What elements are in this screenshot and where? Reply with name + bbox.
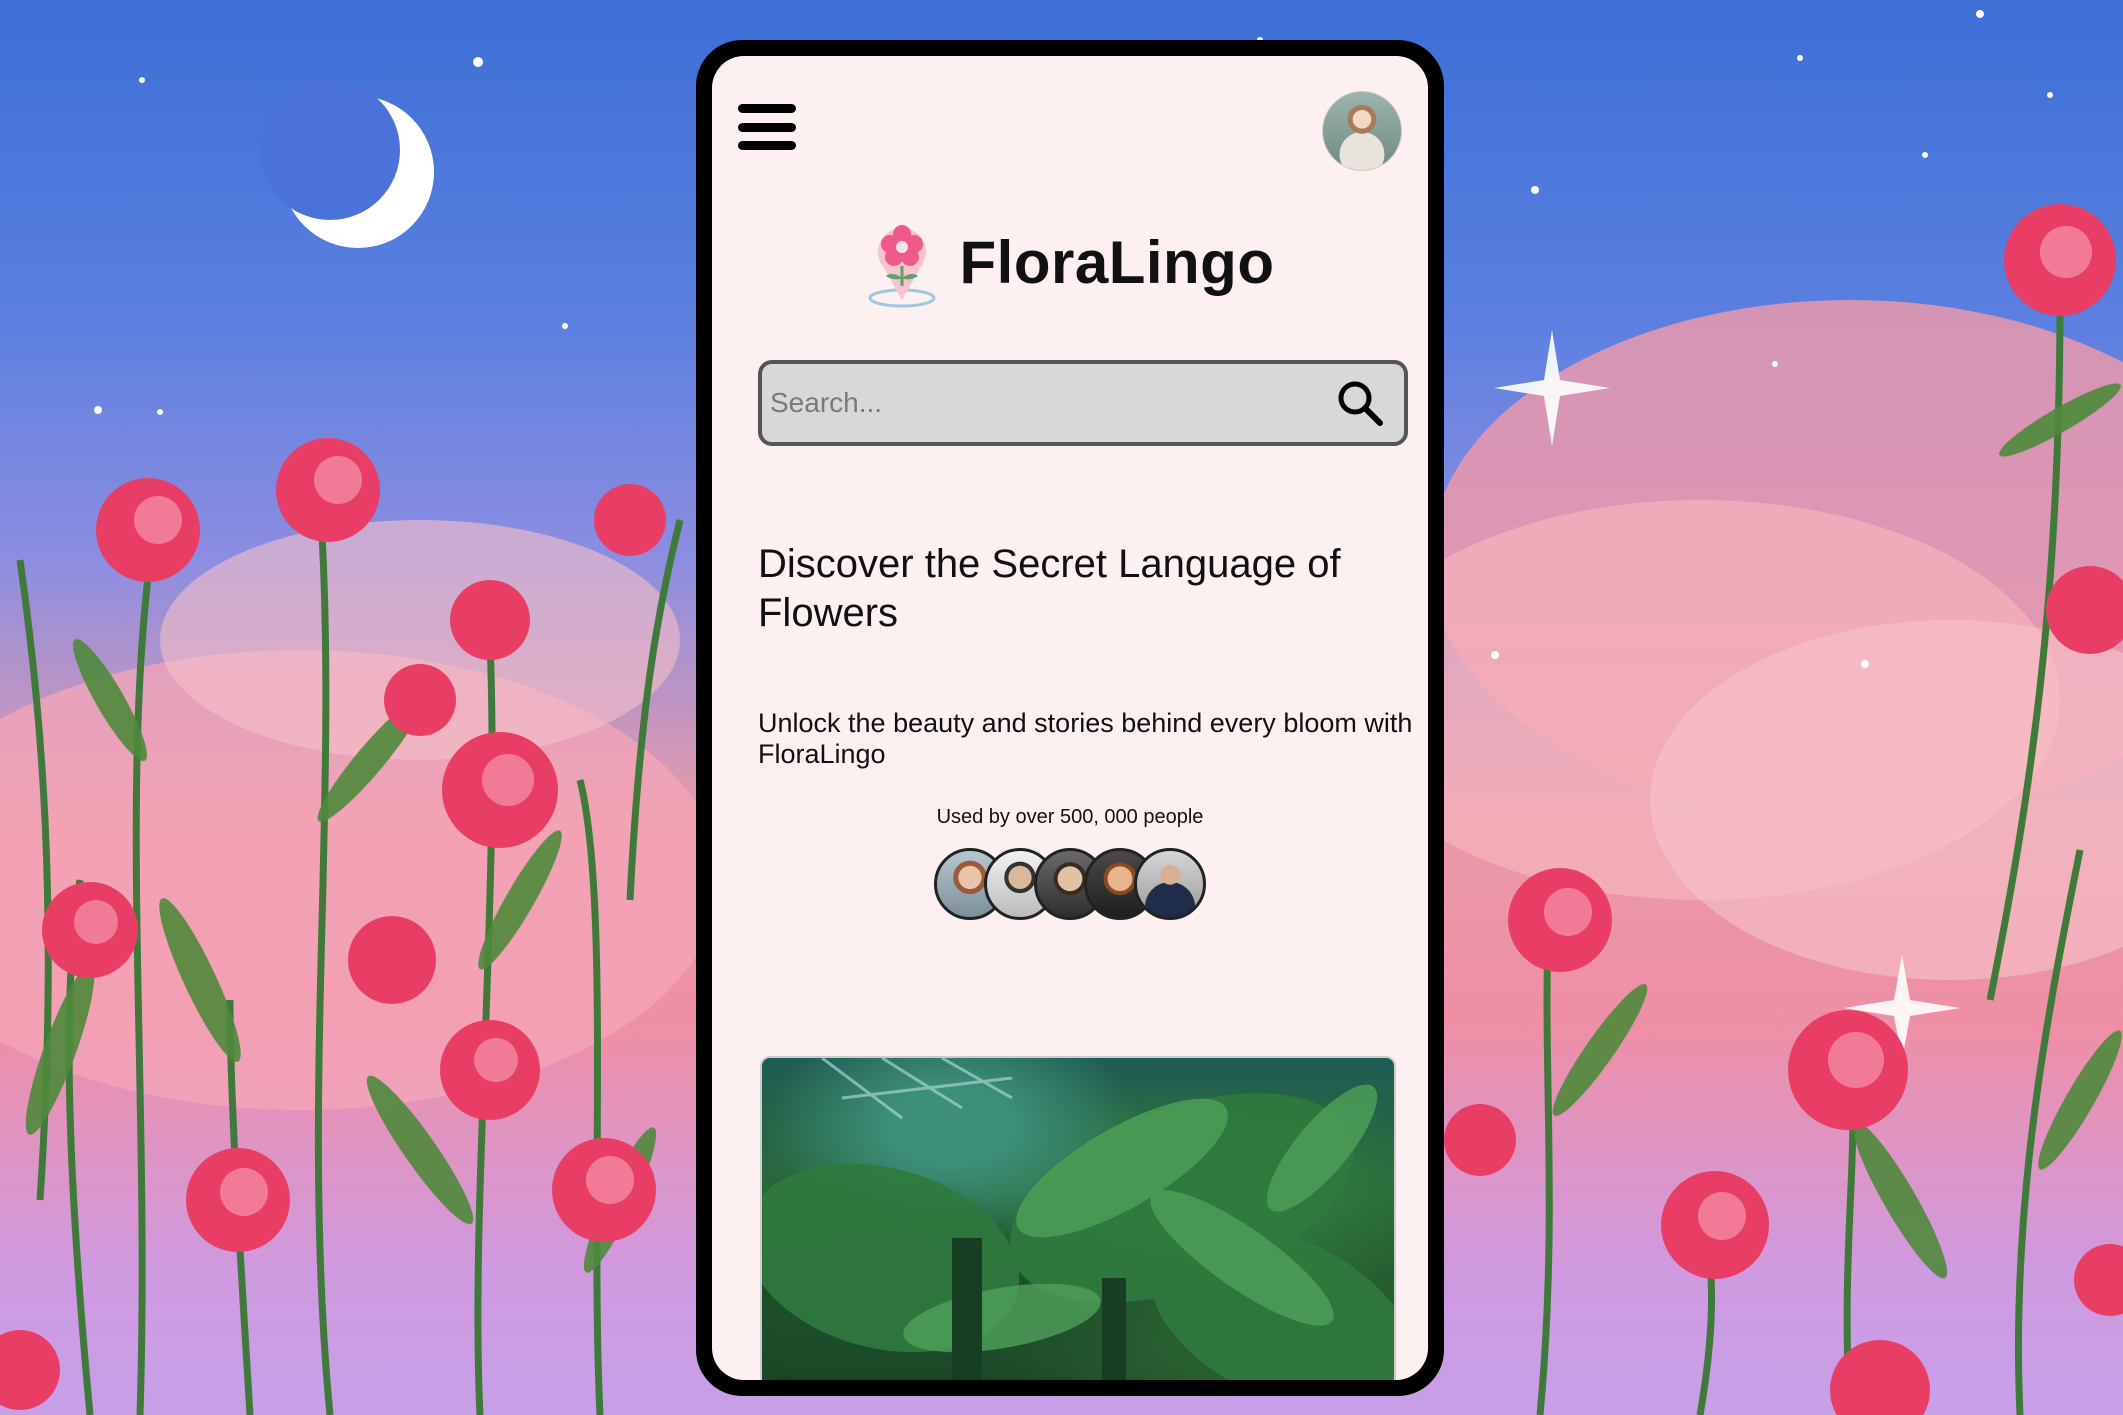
social-proof-text: Used by over 500, 000 people xyxy=(936,806,1204,828)
app-screen: FloraLingo Discover the Secret Language … xyxy=(712,56,1428,1380)
user-avatars-group xyxy=(712,848,1428,920)
search-icon[interactable] xyxy=(1336,379,1384,427)
menu-bar xyxy=(738,122,796,132)
search-bar[interactable] xyxy=(758,360,1408,446)
user-avatar[interactable] xyxy=(1322,91,1402,171)
hamburger-menu-icon[interactable] xyxy=(738,104,796,150)
hero-subtitle: Unlock the beauty and stories behind eve… xyxy=(758,708,1413,769)
greenhouse-photo xyxy=(760,1056,1396,1380)
flower-pin-logo-icon xyxy=(868,225,936,308)
user-avatar-5 xyxy=(1134,848,1206,920)
phone-frame: FloraLingo Discover the Secret Language … xyxy=(696,40,1444,1396)
greenhouse-illustration xyxy=(762,1058,1394,1380)
hero-title: Discover the Secret Language of Flowers xyxy=(758,542,1341,635)
search-input[interactable] xyxy=(768,386,1292,420)
moon-icon xyxy=(260,80,434,248)
menu-bar xyxy=(738,141,796,150)
menu-bar xyxy=(738,104,796,113)
app-logo: FloraLingo xyxy=(712,216,1428,308)
app-title: FloraLingo xyxy=(959,228,1275,296)
